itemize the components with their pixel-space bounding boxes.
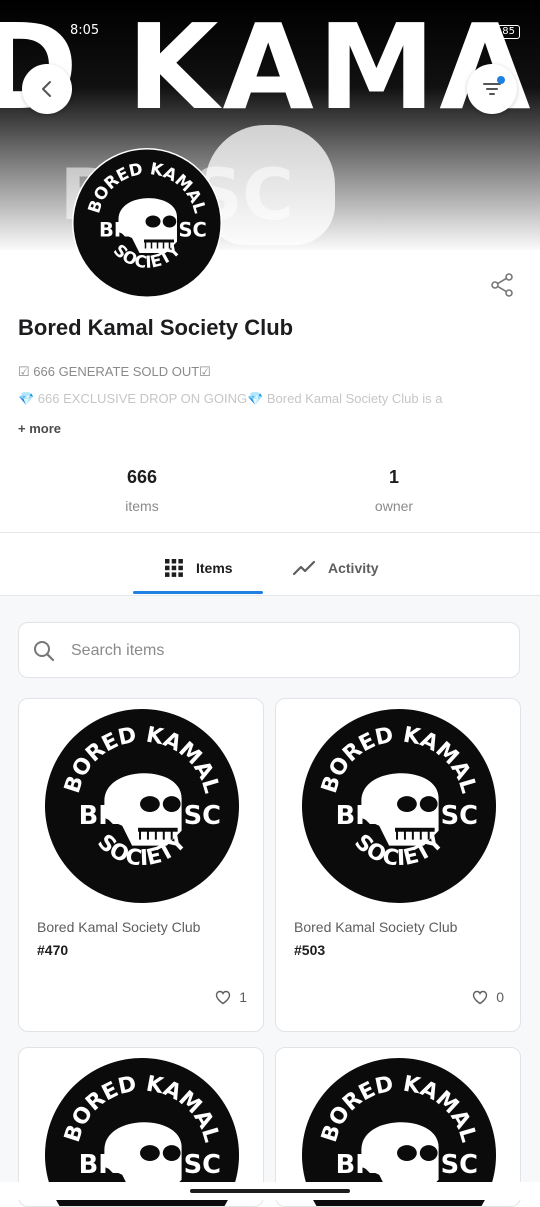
status-bar: 8:05 85 [0,0,540,39]
nft-image: BORED KAMAL SOCIETY BK SC [44,708,240,904]
svg-text:SC: SC [184,1150,221,1180]
items-label: items [125,498,159,514]
gem-icon: 💎 [18,391,35,406]
heart-icon [473,990,488,1004]
like-count: 0 [496,989,504,1005]
owner-count: 1 [388,467,399,487]
filter-active-dot [497,76,505,84]
search-input[interactable] [69,623,503,679]
collection-logo: BORED KAMAL SOCIETY BK SC [72,148,222,298]
battery-icon: 85 [497,25,520,39]
back-button[interactable] [22,64,72,114]
collection-description-line2: 💎 666 EXCLUSIVE DROP ON GOING💎 Bored Kam… [18,391,518,407]
home-indicator[interactable] [190,1189,350,1193]
like-button[interactable]: 1 [215,989,247,1005]
search-bar[interactable] [18,622,520,679]
filter-button[interactable] [467,64,517,114]
svg-text:BK: BK [79,1150,120,1180]
items-count: 666 [126,467,158,487]
gem-icon: 💎 [247,391,264,406]
nft-card[interactable]: BORED KAMAL SOCIETY BK SC Bored Kamal So… [275,698,521,1032]
status-time: 8:05 [70,23,100,38]
description-line2-text: 666 EXCLUSIVE DROP ON GOING [34,391,248,406]
svg-text:BK: BK [99,219,130,242]
grid-icon [164,558,184,578]
heart-icon [216,990,231,1004]
divider [0,532,540,533]
share-icon [491,273,513,297]
owner-label: owner [374,498,414,514]
share-button[interactable] [489,272,515,298]
nft-image: BORED KAMAL SOCIETY BK SC [301,708,497,904]
collection-description-line1: ☑ 666 GENERATE SOLD OUT☑ [18,364,211,379]
active-tab-indicator [133,591,263,594]
svg-text:BK: BK [79,801,120,831]
svg-text:BK: BK [336,801,377,831]
svg-text:SC: SC [441,1150,478,1180]
tab-activity-label: Activity [328,560,379,576]
tab-items[interactable]: Items [164,548,233,588]
card-collection-name: Bored Kamal Society Club [294,919,458,935]
tab-items-label: Items [196,560,233,576]
items-stat: 666 items [42,467,242,514]
svg-text:SC: SC [179,219,207,242]
svg-text:SC: SC [441,801,478,831]
more-button[interactable]: + more [18,421,61,436]
card-token-id: #503 [294,942,326,958]
like-button[interactable]: 0 [472,989,504,1005]
trending-icon [292,558,316,578]
skull-logo-icon: BORED KAMAL SOCIETY BK SC [73,149,221,297]
owner-stat: 1 owner [294,467,494,514]
svg-text:SC: SC [184,801,221,831]
like-count: 1 [239,989,247,1005]
chevron-left-icon [42,81,51,97]
collection-title: Bored Kamal Society Club [18,315,294,340]
tab-activity[interactable]: Activity [292,548,379,588]
card-token-id: #470 [37,942,69,958]
nft-card[interactable]: BORED KAMAL SOCIETY BK SC Bored Kamal So… [18,698,264,1032]
search-icon [33,640,55,667]
card-collection-name: Bored Kamal Society Club [37,919,201,935]
description-line2-tail: Bored Kamal Society Club is a [263,391,443,406]
svg-text:BK: BK [336,1150,377,1180]
